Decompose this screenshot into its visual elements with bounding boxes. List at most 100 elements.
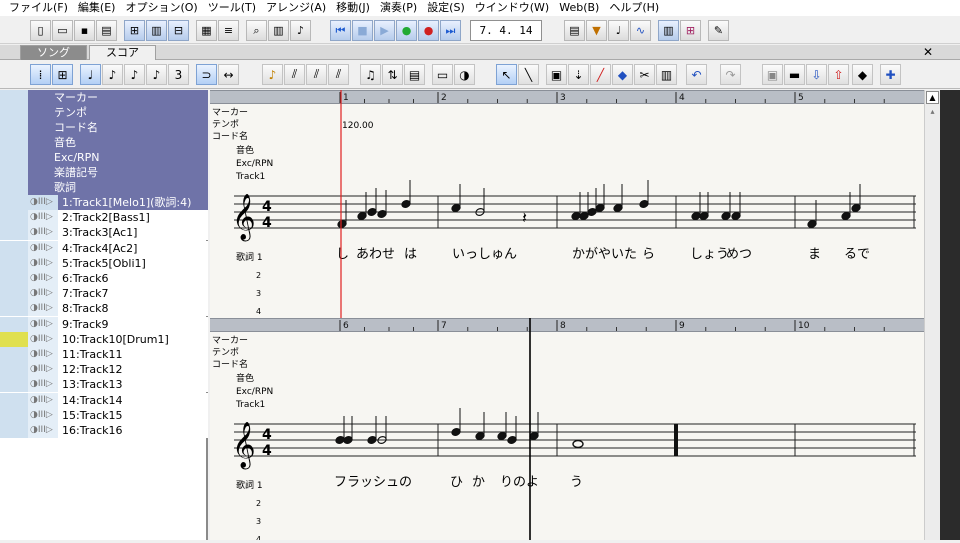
track-toggle-icon[interactable]: ◑III▷ [28,392,58,408]
scroll-up-arrow-icon[interactable]: ▴ [927,107,938,116]
stop-icon[interactable]: ■ [352,20,373,41]
mixer-icon[interactable]: ⊞ [124,20,145,41]
track-toggle-icon[interactable]: ◑III▷ [28,271,58,286]
stem-icon[interactable]: ♫ [360,64,381,85]
wave-icon[interactable]: ∿ [630,20,651,41]
paint-icon[interactable]: ◆ [612,64,633,85]
pen-icon[interactable]: ▬ [784,64,805,85]
track-toggle-icon[interactable]: ◑III▷ [28,195,58,210]
track-toggle-icon[interactable]: ◑III▷ [28,316,58,332]
play-icon[interactable]: ● [396,20,417,41]
fast-forward-icon[interactable]: ⏭ [440,20,461,41]
flip-icon[interactable]: ⇅ [382,64,403,85]
track-toggle-icon[interactable]: ◑III▷ [28,286,58,302]
keyboard-icon[interactable]: ▥ [268,20,289,41]
tab-song[interactable]: ソング [20,45,87,60]
beam2-icon[interactable]: ⫽ [328,64,349,85]
track-row[interactable]: ◑III▷ 12:Track12 [0,362,208,378]
copy-icon[interactable]: ▥ [656,64,677,85]
track-toggle-icon[interactable]: ◑III▷ [28,377,58,393]
track-toggle-icon[interactable]: ◑III▷ [28,331,58,347]
undo-icon[interactable]: ↶ [686,64,707,85]
record-step-icon[interactable]: ▣ [762,64,783,85]
beam-icon[interactable]: ⫽ [306,64,327,85]
close-icon[interactable]: ✕ [918,45,938,60]
track-toggle-icon[interactable]: ◑III▷ [28,225,58,241]
note-input-icon[interactable]: ♪ [262,64,283,85]
line-tool-icon[interactable]: ╲ [518,64,539,85]
staff-view-icon[interactable]: ≡ [218,20,239,41]
track-row[interactable]: ◑III▷ 1:Track1[Melo1](歌詞:4) [0,195,208,210]
track-toggle-icon[interactable]: ◑III▷ [28,301,58,317]
track-toggle-icon[interactable]: ◑III▷ [28,423,58,438]
track-toggle-icon[interactable]: ◑III▷ [28,362,58,378]
menu-item-10[interactable]: ヘルプ(H) [604,0,664,16]
menu-item-6[interactable]: 演奏(P) [375,0,422,16]
pause-icon[interactable]: ▶ [374,20,395,41]
score-canvas[interactable]: 1 2 3 4 5マーカーテンポコード名音色Exc/RPNTrack1𝄞 44歌詞 123… [210,90,924,543]
left-header-row[interactable]: 歌詞 [0,180,208,195]
track-row[interactable]: ◑III▷ 15:Track15 [0,407,208,423]
view-mode-icon[interactable]: ⁞ [30,64,51,85]
print-icon[interactable]: ▤ [96,20,117,41]
arrange-icon[interactable]: ▤ [404,64,425,85]
scroll-up-icon[interactable]: ▲ [926,91,939,104]
score-view[interactable]: 1 2 3 4 5 マーカー テンポ コード名 音色 Exc/RPN Track1 𝄞 4 4 歌詞 123… [210,90,924,543]
tie-icon[interactable]: ⊃ [196,64,217,85]
left-header-row[interactable]: 音色 [0,135,208,150]
vertical-scrollbar[interactable]: ▲ ▴ [924,90,940,540]
track-row[interactable]: ◑III▷ 13:Track13 [0,377,208,393]
import-icon[interactable]: ⇩ [806,64,827,85]
note-icon[interactable]: ♩ [608,20,629,41]
save-icon[interactable]: ▪ [74,20,95,41]
track-row[interactable]: ◑III▷ 5:Track5[Obli1] [0,255,208,271]
rest-icon[interactable]: ▭ [432,64,453,85]
grid-icon[interactable]: ▥ [658,20,679,41]
track-row[interactable]: ◑III▷ 4:Track4[Ac2] [0,240,208,256]
rewind-start-icon[interactable]: ⏮ [330,20,351,41]
menu-item-1[interactable]: 編集(E) [73,0,121,16]
record-icon[interactable]: ● [418,20,439,41]
track-row[interactable]: ◑III▷ 2:Track2[Bass1] [0,210,208,226]
eighth-note-icon[interactable]: ♪ [102,64,123,85]
menu-item-9[interactable]: Web(B) [554,0,604,16]
erase-icon[interactable]: ◆ [852,64,873,85]
slur-icon[interactable]: ⫽ [284,64,305,85]
left-header-row[interactable]: 楽譜記号 [0,165,208,180]
track-row[interactable]: ◑III▷ 10:Track10[Drum1] [0,331,208,347]
export-icon[interactable]: ⇧ [828,64,849,85]
new-file-icon[interactable]: ▯ [30,20,51,41]
select-icon[interactable]: ▣ [546,64,567,85]
track-row[interactable]: ◑III▷ 16:Track16 [0,423,208,438]
left-header-row[interactable]: Exc/RPN [0,150,208,165]
pencil-icon[interactable]: ╱ [590,64,611,85]
left-header-row[interactable]: マーカー [0,90,208,105]
track-row[interactable]: ◑III▷ 9:Track9 [0,316,208,332]
track-row[interactable]: ◑III▷ 7:Track7 [0,286,208,302]
track-toggle-icon[interactable]: ◑III▷ [28,347,58,362]
sixteenth-note-icon[interactable]: ♪ [124,64,145,85]
width-icon[interactable]: ↔ [218,64,239,85]
track-row[interactable]: ◑III▷ 14:Track14 [0,392,208,408]
redo-icon[interactable]: ↷ [720,64,741,85]
table-icon[interactable]: ⊞ [680,20,701,41]
menu-item-3[interactable]: ツール(T) [203,0,261,16]
track-row[interactable]: ◑III▷ 8:Track8 [0,301,208,317]
menu-item-8[interactable]: ウインドウ(W) [470,0,554,16]
open-folder-icon[interactable]: ▭ [52,20,73,41]
event-list-icon[interactable]: ⊟ [168,20,189,41]
layout-icon[interactable]: ⊞ [52,64,73,85]
color-palette-icon[interactable]: ▦ [196,20,217,41]
menu-item-5[interactable]: 移動(J) [331,0,375,16]
thirtysecond-note-icon[interactable]: ♪ [146,64,167,85]
tempo-mark-icon[interactable]: ◑ [454,64,475,85]
menu-item-4[interactable]: アレンジ(A) [261,0,331,16]
level-meter-icon[interactable]: ▥ [146,20,167,41]
menu-item-2[interactable]: オプション(O) [120,0,202,16]
triplet-icon[interactable]: 3 [168,64,189,85]
insert-icon[interactable]: ⇣ [568,64,589,85]
left-header-row[interactable]: テンポ [0,105,208,120]
tempo-icon[interactable]: ▤ [564,20,585,41]
pointer-icon[interactable]: ↖ [496,64,517,85]
preview-icon[interactable]: ⌕ [246,20,267,41]
